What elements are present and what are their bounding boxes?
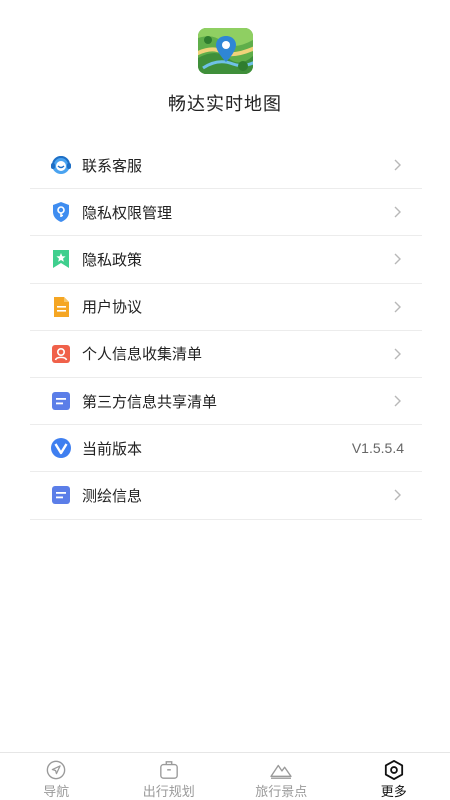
app-header: 畅达实时地图: [0, 0, 450, 140]
menu-item-contact-service[interactable]: 联系客服: [30, 142, 422, 190]
tab-more[interactable]: 更多: [338, 753, 450, 800]
mountain-icon: [270, 764, 292, 779]
menu-item-privacy-permissions[interactable]: 隐私权限管理: [30, 189, 422, 237]
app-name: 畅达实时地图: [168, 94, 282, 115]
menu-item-current-version[interactable]: 当前版本 V1.5.5.4: [30, 425, 422, 473]
menu-item-label: 联系客服: [82, 156, 143, 175]
tab-navigation[interactable]: 导航: [0, 753, 113, 800]
chevron-right-icon: [394, 206, 401, 218]
chevron-right-icon: [394, 348, 401, 360]
tab-label: 旅行景点: [255, 785, 308, 800]
app-logo: [198, 28, 253, 74]
navigation-icon: [46, 760, 66, 780]
person-card-icon: [50, 343, 72, 365]
version-value: V1.5.5.4: [351, 440, 404, 457]
menu-item-label: 个人信息收集清单: [82, 345, 203, 364]
tab-label: 更多: [380, 785, 407, 800]
chevron-right-icon: [394, 159, 401, 171]
menu-item-third-party-sharing[interactable]: 第三方信息共享清单: [30, 378, 422, 426]
settings-menu: 联系客服 隐私权限管理 隐私政策 用户协议 个人信息收集清单 第三方信息共享清单…: [30, 142, 422, 520]
tab-travel-attractions[interactable]: 旅行景点: [225, 753, 338, 800]
document-icon: [50, 296, 72, 318]
bookmark-star-icon: [50, 248, 72, 270]
customer-service-icon: [50, 154, 72, 176]
luggage-icon: [159, 761, 178, 779]
tab-label: 出行规划: [142, 785, 195, 800]
menu-item-surveying-info[interactable]: 测绘信息: [30, 472, 422, 520]
chevron-right-icon: [394, 395, 401, 407]
menu-item-privacy-policy[interactable]: 隐私政策: [30, 236, 422, 284]
shield-key-icon: [50, 201, 72, 223]
menu-item-label: 用户协议: [82, 298, 143, 317]
hexagon-settings-icon: [384, 760, 403, 780]
chevron-right-icon: [394, 489, 401, 501]
menu-item-user-agreement[interactable]: 用户协议: [30, 284, 422, 331]
menu-item-label: 第三方信息共享清单: [82, 392, 218, 411]
menu-item-label: 测绘信息: [82, 486, 143, 505]
list-doc-icon: [50, 484, 72, 506]
menu-item-personal-info-list[interactable]: 个人信息收集清单: [30, 331, 422, 378]
tab-trip-planning[interactable]: 出行规划: [113, 753, 226, 800]
menu-item-label: 当前版本: [82, 439, 143, 458]
bottom-tab-bar: 导航 出行规划 旅行景点 更多: [0, 752, 450, 800]
list-doc-icon: [50, 390, 72, 412]
chevron-right-icon: [394, 253, 401, 265]
chevron-right-icon: [394, 301, 401, 313]
version-v-icon: [50, 437, 72, 459]
menu-item-label: 隐私政策: [82, 250, 143, 269]
tab-label: 导航: [43, 785, 70, 800]
menu-item-label: 隐私权限管理: [82, 203, 173, 222]
